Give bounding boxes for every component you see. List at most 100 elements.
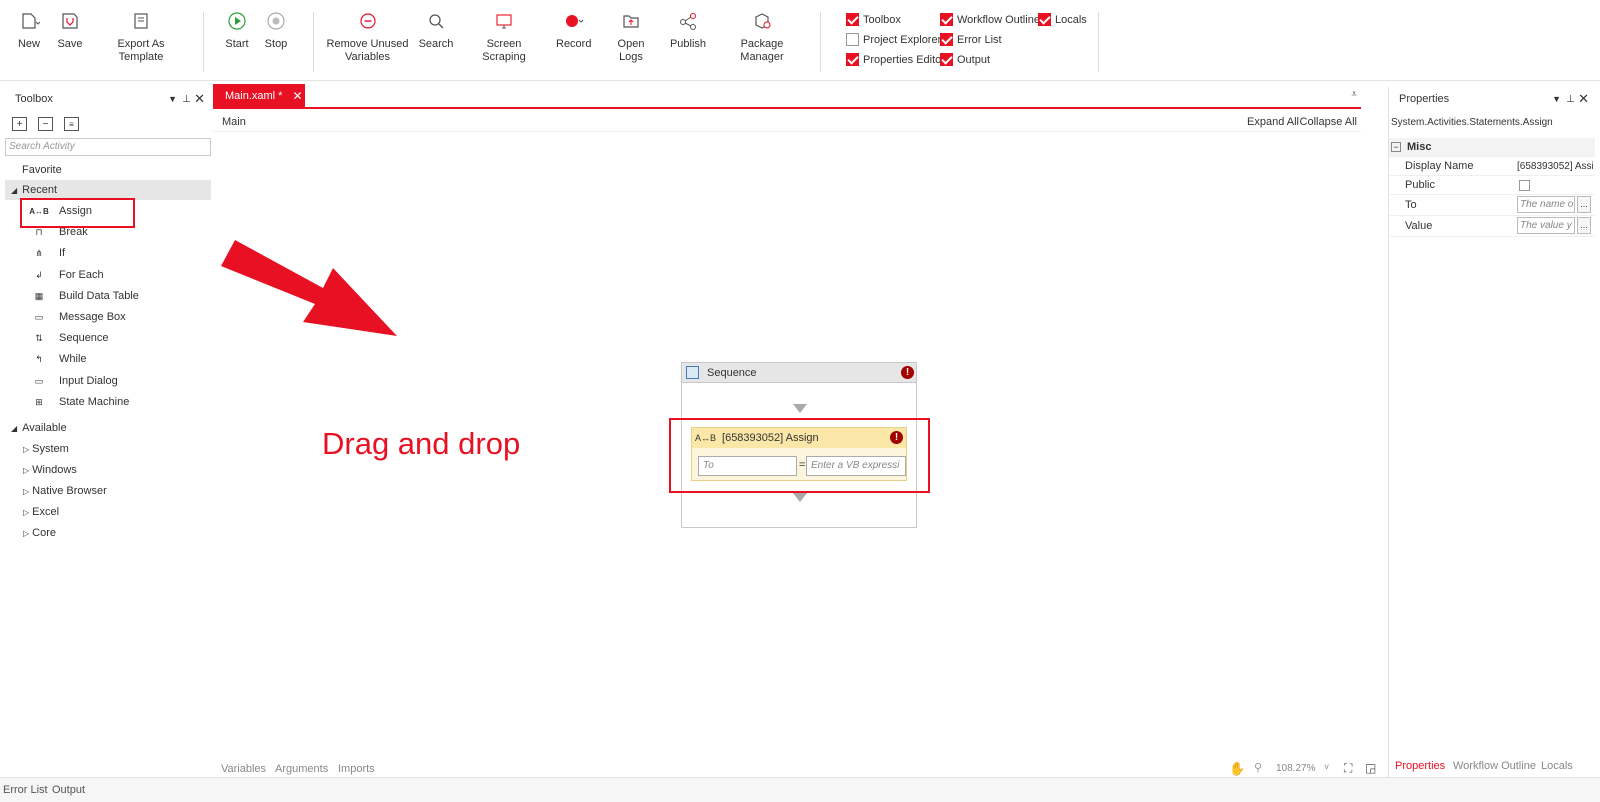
toolbox-item-build-data-table[interactable]: ▦ Build Data Table [5,286,211,306]
collapse-all-link[interactable]: Collapse All [1300,116,1357,128]
arguments-tab[interactable]: Arguments [275,763,328,775]
toolbox-group-windows[interactable]: ▷ Windows [5,460,211,480]
expand-all-link[interactable]: Expand All [1247,116,1299,128]
stop-button[interactable]: Stop [261,10,291,51]
checkbox-unchecked[interactable] [846,33,859,46]
variables-tab[interactable]: Variables [221,763,266,775]
tab-main-xaml[interactable]: Main.xaml * ✕ [213,84,305,107]
toolbox-group-available[interactable]: ◢ Available [5,418,211,438]
toggle-error-list[interactable]: Error List [940,33,1002,46]
pin-icon[interactable]: ⊥ [182,94,191,105]
toolbox-group-recent[interactable]: ◢ Recent [5,180,211,200]
toggle-project-explorer[interactable]: Project Explorer [846,33,941,46]
search-icon [425,10,447,32]
sequence-icon: ⇅ [35,332,43,343]
toggle-locals[interactable]: Locals [1038,13,1087,26]
export-template-button[interactable]: Export As Template [96,10,186,64]
hand-pan-icon[interactable]: ✋ [1229,761,1245,777]
toolbox-group-native-browser[interactable]: ▷ Native Browser [5,481,211,501]
property-label: Value [1405,220,1433,232]
folder-icon [620,10,642,32]
toggle-output[interactable]: Output [940,53,990,66]
search-button[interactable]: Search [418,10,454,51]
new-button[interactable]: New [14,10,44,51]
close-icon[interactable]: ✕ [1578,91,1589,107]
expand-all-icon[interactable]: + [12,117,27,131]
stop-icon [265,10,287,32]
close-icon[interactable]: ✕ [194,91,205,107]
toolbox-item-if[interactable]: ⋔ If [5,243,211,263]
checkbox-checked[interactable] [846,53,859,66]
dropdown-icon[interactable]: ▼ [1552,94,1561,104]
remove-unused-variables-button[interactable]: Remove Unused Variables [325,10,410,64]
toolbox-group-core[interactable]: ▷ Core [5,523,211,543]
toggle-workflow-outline[interactable]: Workflow Outline [940,13,1040,26]
toolbox-item-while[interactable]: ↰ While [5,349,211,369]
toolbox-item-message-box[interactable]: ▭ Message Box [5,307,211,327]
toolbox-item-input-dialog[interactable]: ▭ Input Dialog [5,371,211,391]
toolbox-group-favorite[interactable]: Favorite [0,160,206,180]
properties-category[interactable]: − Misc [1389,138,1595,157]
chevron-down-icon[interactable]: ˅ [1324,762,1329,772]
package-manager-button[interactable]: Package Manager [720,10,804,64]
toggle-properties-editor[interactable]: Properties Editor [846,53,945,66]
toolbox-item-state-machine[interactable]: ⊞ State Machine [5,392,211,412]
stop-label: Stop [264,38,288,50]
publish-button[interactable]: Publish [668,10,708,51]
list-view-icon[interactable]: ≡ [64,117,79,131]
collapse-icon[interactable]: − [1391,142,1401,152]
pin-icon[interactable]: ⊥ [1566,94,1575,105]
property-label: Display Name [1405,160,1474,172]
toggle-locals-label: Locals [1055,13,1087,26]
toggle-properties-editor-label: Properties Editor [863,53,945,66]
fit-to-screen-icon[interactable]: ⛶ [1344,761,1352,776]
search-activity-input[interactable]: Search Activity [5,138,211,156]
toolbox-item-sequence[interactable]: ⇅ Sequence [5,328,211,348]
dropdown-icon[interactable]: ▼ [168,94,177,104]
tab-error-list[interactable]: Error List [3,784,48,796]
checkbox-checked[interactable] [940,13,953,26]
checkbox-checked[interactable] [1038,13,1051,26]
expanded-triangle-icon: ◢ [11,423,18,433]
ellipsis-button[interactable]: ... [1577,196,1591,213]
open-logs-label: Open Logs [617,38,645,63]
close-icon[interactable]: ✕ [292,89,302,103]
tab-overflow-icon[interactable]: ⩡ [1351,89,1357,100]
public-checkbox[interactable] [1519,179,1530,191]
checkbox-checked[interactable] [846,13,859,26]
tab-workflow-outline[interactable]: Workflow Outline [1453,760,1536,772]
tab-locals[interactable]: Locals [1541,760,1573,772]
toggle-error-list-label: Error List [957,33,1002,46]
to-value-field[interactable]: The name o [1517,196,1575,213]
checkbox-checked[interactable] [940,33,953,46]
zoom-icon[interactable]: ⚲ [1254,761,1262,774]
ellipsis-button[interactable]: ... [1577,217,1591,234]
display-name-value[interactable]: [658393052] Assi [1517,161,1593,172]
breadcrumb[interactable]: Main [222,116,246,128]
screen-scraping-button[interactable]: Screen Scraping [466,10,542,64]
record-button[interactable]: Record [556,10,591,51]
drop-target-top[interactable] [793,404,807,413]
collapse-all-icon[interactable]: − [38,117,53,131]
open-logs-button[interactable]: Open Logs [605,10,657,64]
toolbox-group-excel[interactable]: ▷ Excel [5,502,211,522]
imports-tab[interactable]: Imports [338,763,375,775]
toolbox-header: Toolbox ▼ ⊥ ✕ [5,88,211,110]
selected-activity-type: System.Activities.Statements.Assign [1391,117,1553,128]
remove-unused-label-line2: Variables [344,51,391,63]
overview-icon[interactable]: ◲ [1365,761,1376,775]
toolbox-group-system[interactable]: ▷ System [5,439,211,459]
toolbox-item-label: While [59,353,87,365]
drop-target-bottom[interactable] [793,493,807,502]
toolbox-item-for-each[interactable]: ↲ For Each [5,265,211,285]
checkbox-checked[interactable] [940,53,953,66]
toggle-toolbox[interactable]: Toolbox [846,13,901,26]
zoom-level[interactable]: 108.27% [1276,763,1315,774]
tab-output[interactable]: Output [52,784,85,796]
group-label: System [32,443,69,455]
start-button[interactable]: Start [222,10,252,51]
tab-properties[interactable]: Properties [1395,760,1445,772]
save-button[interactable]: Save [55,10,85,51]
save-label: Save [57,38,83,50]
value-field[interactable]: The value y [1517,217,1575,234]
